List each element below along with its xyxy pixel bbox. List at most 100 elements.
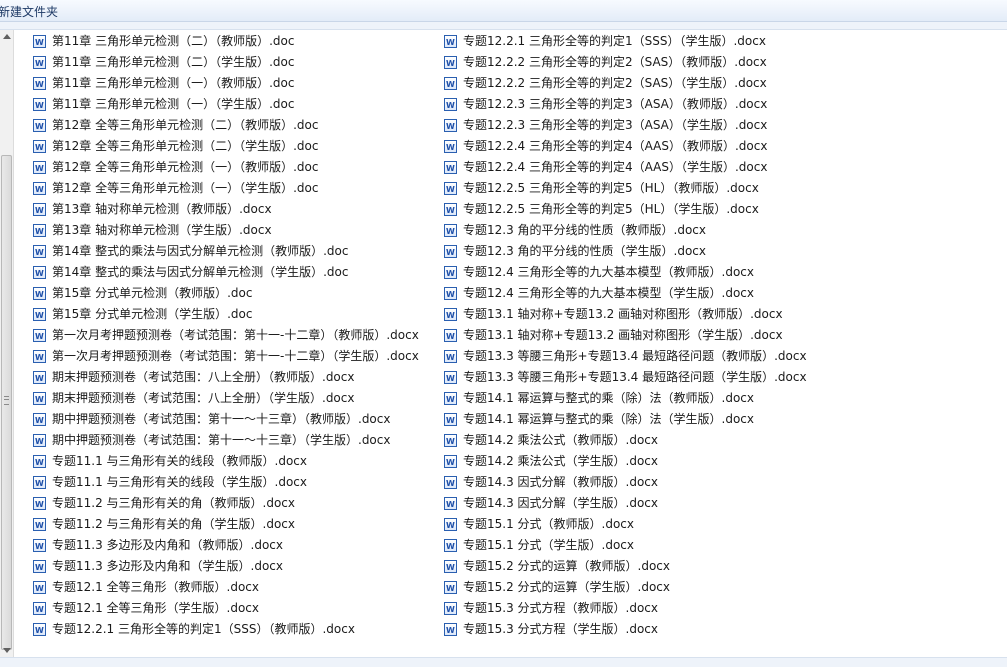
file-item[interactable]: 第12章 全等三角形单元检测（一）（学生版）.doc: [33, 178, 419, 200]
word-doc-icon: [444, 431, 457, 452]
file-item[interactable]: 专题13.3 等腰三角形+专题13.4 最短路径问题（学生版）.docx: [444, 367, 807, 389]
file-item[interactable]: 专题15.1 分式（教师版）.docx: [444, 514, 807, 536]
file-item[interactable]: 专题14.1 幂运算与整式的乘（除）法（学生版）.docx: [444, 409, 807, 431]
file-item[interactable]: 专题12.2.2 三角形全等的判定2（SAS）（学生版）.docx: [444, 73, 807, 95]
word-doc-icon: [444, 32, 457, 53]
file-item[interactable]: 专题15.2 分式的运算（学生版）.docx: [444, 577, 807, 599]
file-item[interactable]: 专题11.2 与三角形有关的角（教师版）.docx: [33, 493, 419, 515]
file-item[interactable]: 第13章 轴对称单元检测（学生版）.docx: [33, 220, 419, 242]
file-name: 专题12.4 三角形全等的九大基本模型（教师版）.docx: [463, 265, 755, 279]
file-item[interactable]: 期末押题预测卷（考试范围：八上全册）（教师版）.docx: [33, 367, 419, 389]
file-item[interactable]: 专题15.3 分式方程（教师版）.docx: [444, 598, 807, 620]
file-item[interactable]: 专题12.2.2 三角形全等的判定2（SAS）（教师版）.docx: [444, 52, 807, 74]
word-doc-icon: [33, 284, 46, 305]
file-name: 第15章 分式单元检测（教师版）.doc: [52, 286, 253, 300]
file-name: 专题15.1 分式（学生版）.docx: [463, 538, 635, 552]
file-item[interactable]: 专题11.2 与三角形有关的角（学生版）.docx: [33, 514, 419, 536]
file-name: 专题15.3 分式方程（教师版）.docx: [463, 601, 659, 615]
file-item[interactable]: 第11章 三角形单元检测（一）（教师版）.doc: [33, 73, 419, 95]
grip-icon: [4, 396, 9, 405]
file-item[interactable]: 第15章 分式单元检测（学生版）.doc: [33, 304, 419, 326]
word-doc-icon: [444, 263, 457, 284]
file-name: 专题14.2 乘法公式（学生版）.docx: [463, 454, 659, 468]
word-doc-icon: [33, 410, 46, 431]
word-doc-icon: [33, 305, 46, 326]
file-name: 第12章 全等三角形单元检测（一）（学生版）.doc: [52, 181, 319, 195]
file-item[interactable]: 专题11.1 与三角形有关的线段（教师版）.docx: [33, 451, 419, 473]
file-name: 专题11.3 多边形及内角和（学生版）.docx: [52, 559, 284, 573]
file-item[interactable]: 专题12.2.4 三角形全等的判定4（AAS）（学生版）.docx: [444, 157, 807, 179]
file-item[interactable]: 专题14.2 乘法公式（学生版）.docx: [444, 451, 807, 473]
file-item[interactable]: 第11章 三角形单元检测（二）（教师版）.doc: [33, 31, 419, 53]
file-name: 专题12.2.4 三角形全等的判定4（AAS）（学生版）.docx: [463, 160, 768, 174]
file-item[interactable]: 专题12.1 全等三角形（学生版）.docx: [33, 598, 419, 620]
file-item[interactable]: 专题14.2 乘法公式（教师版）.docx: [444, 430, 807, 452]
file-item[interactable]: 专题12.3 角的平分线的性质（学生版）.docx: [444, 241, 807, 263]
word-doc-icon: [444, 494, 457, 515]
word-doc-icon: [33, 620, 46, 641]
file-item[interactable]: 专题12.4 三角形全等的九大基本模型（学生版）.docx: [444, 283, 807, 305]
file-item[interactable]: 专题12.2.1 三角形全等的判定1（SSS）（学生版）.docx: [444, 31, 807, 53]
word-doc-icon: [444, 452, 457, 473]
word-doc-icon: [444, 221, 457, 242]
file-item[interactable]: 第12章 全等三角形单元检测（二）（学生版）.doc: [33, 136, 419, 158]
word-doc-icon: [33, 494, 46, 515]
file-item[interactable]: 第12章 全等三角形单元检测（一）（教师版）.doc: [33, 157, 419, 179]
file-item[interactable]: 专题12.2.3 三角形全等的判定3（ASA）（学生版）.docx: [444, 115, 807, 137]
file-item[interactable]: 专题15.1 分式（学生版）.docx: [444, 535, 807, 557]
word-doc-icon: [444, 578, 457, 599]
status-strip: [0, 657, 1007, 667]
file-item[interactable]: 第14章 整式的乘法与因式分解单元检测（学生版）.doc: [33, 262, 419, 284]
file-item[interactable]: 第15章 分式单元检测（教师版）.doc: [33, 283, 419, 305]
file-name: 第12章 全等三角形单元检测（二）（学生版）.doc: [52, 139, 319, 153]
file-name: 专题13.1 轴对称+专题13.2 画轴对称图形（教师版）.docx: [463, 307, 783, 321]
file-item[interactable]: 专题12.2.5 三角形全等的判定5（HL）（教师版）.docx: [444, 178, 807, 200]
file-item[interactable]: 专题14.3 因式分解（学生版）.docx: [444, 493, 807, 515]
word-doc-icon: [444, 74, 457, 95]
file-item[interactable]: 期末押题预测卷（考试范围：八上全册）（学生版）.docx: [33, 388, 419, 410]
file-item[interactable]: 期中押题预测卷（考试范围：第十一～十三章）（教师版）.docx: [33, 409, 419, 431]
file-name: 期中押题预测卷（考试范围：第十一～十三章）（学生版）.docx: [52, 433, 391, 447]
word-doc-icon: [444, 137, 457, 158]
file-item[interactable]: 专题12.2.1 三角形全等的判定1（SSS）（教师版）.docx: [33, 619, 419, 641]
file-item[interactable]: 专题14.3 因式分解（教师版）.docx: [444, 472, 807, 494]
file-item[interactable]: 专题15.2 分式的运算（教师版）.docx: [444, 556, 807, 578]
file-item[interactable]: 专题12.2.5 三角形全等的判定5（HL）（学生版）.docx: [444, 199, 807, 221]
file-item[interactable]: 专题12.4 三角形全等的九大基本模型（教师版）.docx: [444, 262, 807, 284]
file-item[interactable]: 专题15.3 分式方程（学生版）.docx: [444, 619, 807, 641]
file-item[interactable]: 第12章 全等三角形单元检测（二）（教师版）.doc: [33, 115, 419, 137]
file-item[interactable]: 专题11.1 与三角形有关的线段（学生版）.docx: [33, 472, 419, 494]
file-name: 专题12.2.4 三角形全等的判定4（AAS）（教师版）.docx: [463, 139, 768, 153]
file-name: 专题12.3 角的平分线的性质（教师版）.docx: [463, 223, 707, 237]
file-item[interactable]: 第13章 轴对称单元检测（教师版）.docx: [33, 199, 419, 221]
word-doc-icon: [444, 620, 457, 641]
file-item[interactable]: 第11章 三角形单元检测（一）（学生版）.doc: [33, 94, 419, 116]
word-doc-icon: [444, 53, 457, 74]
file-item[interactable]: 期中押题预测卷（考试范围：第十一～十三章）（学生版）.docx: [33, 430, 419, 452]
scroll-down-arrow-icon[interactable]: [3, 648, 11, 653]
scroll-thumb[interactable]: [1, 155, 12, 650]
file-name: 专题14.2 乘法公式（教师版）.docx: [463, 433, 659, 447]
file-item[interactable]: 专题13.1 轴对称+专题13.2 画轴对称图形（教师版）.docx: [444, 304, 807, 326]
file-item[interactable]: 第11章 三角形单元检测（二）（学生版）.doc: [33, 52, 419, 74]
word-doc-icon: [33, 389, 46, 410]
file-item[interactable]: 第一次月考押题预测卷（考试范围：第十一-十二章）（教师版）.docx: [33, 325, 419, 347]
vertical-scrollbar[interactable]: [0, 30, 14, 657]
file-name: 第13章 轴对称单元检测（教师版）.docx: [52, 202, 272, 216]
file-item[interactable]: 第一次月考押题预测卷（考试范围：第十一-十二章）（学生版）.docx: [33, 346, 419, 368]
file-item[interactable]: 专题12.1 全等三角形（教师版）.docx: [33, 577, 419, 599]
file-item[interactable]: 专题11.3 多边形及内角和（教师版）.docx: [33, 535, 419, 557]
file-name: 专题15.1 分式（教师版）.docx: [463, 517, 635, 531]
file-item[interactable]: 专题13.1 轴对称+专题13.2 画轴对称图形（学生版）.docx: [444, 325, 807, 347]
word-doc-icon: [33, 242, 46, 263]
file-item[interactable]: 专题12.2.4 三角形全等的判定4（AAS）（教师版）.docx: [444, 136, 807, 158]
word-doc-icon: [33, 53, 46, 74]
scroll-up-arrow-icon[interactable]: [3, 34, 11, 39]
file-item[interactable]: 专题12.3 角的平分线的性质（教师版）.docx: [444, 220, 807, 242]
file-item[interactable]: 专题14.1 幂运算与整式的乘（除）法（教师版）.docx: [444, 388, 807, 410]
word-doc-icon: [33, 137, 46, 158]
file-item[interactable]: 专题13.3 等腰三角形+专题13.4 最短路径问题（教师版）.docx: [444, 346, 807, 368]
file-item[interactable]: 专题11.3 多边形及内角和（学生版）.docx: [33, 556, 419, 578]
file-item[interactable]: 第14章 整式的乘法与因式分解单元检测（教师版）.doc: [33, 241, 419, 263]
file-item[interactable]: 专题12.2.3 三角形全等的判定3（ASA）（教师版）.docx: [444, 94, 807, 116]
